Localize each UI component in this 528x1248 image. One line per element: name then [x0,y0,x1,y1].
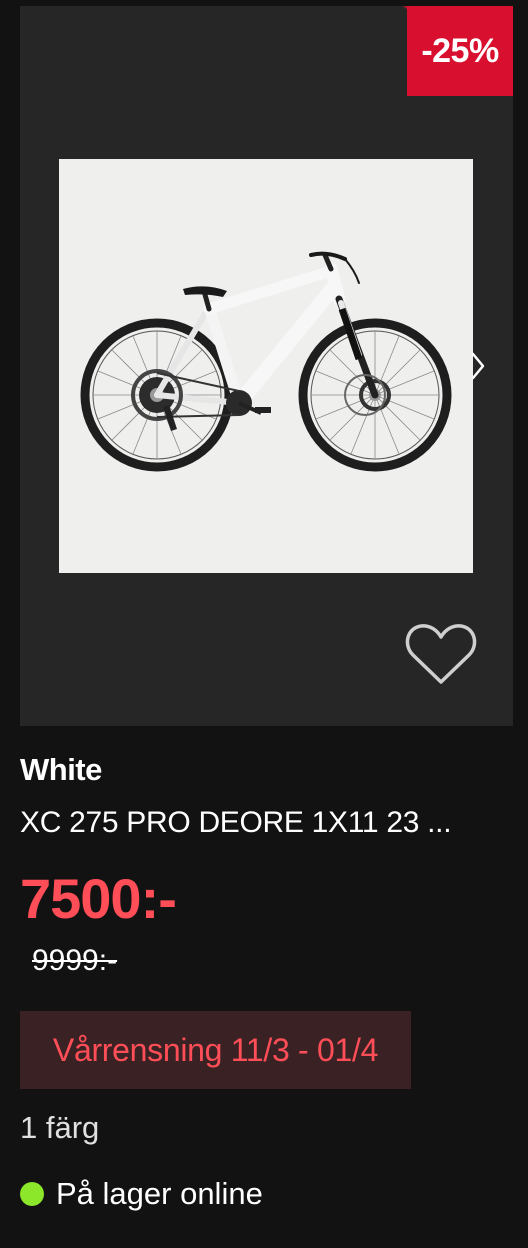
stock-status: På lager online [20,1176,263,1212]
color-count: 1 färg [20,1110,100,1145]
chevron-right-icon [471,352,485,380]
color-name: White [20,752,102,787]
product-image[interactable] [59,159,473,573]
sale-price: 7500:- [20,867,177,930]
product-name-link[interactable]: XC 275 PRO DEORE 1X11 23 ... [20,806,510,840]
bicycle-image [80,251,452,472]
product-card[interactable]: -25% White XC 275 PRO DEORE 1X11 23 ... … [0,0,528,1248]
next-image-button[interactable] [466,344,490,388]
favorite-button[interactable] [404,621,478,687]
campaign-label: Vårrensning 11/3 - 01/4 [20,1011,411,1089]
product-media[interactable]: -25% [20,6,513,726]
heart-outline-icon [405,624,477,684]
discount-badge: -25% [407,6,513,96]
original-price: 9999:- [32,944,118,977]
stock-status-label: På lager online [56,1176,263,1211]
in-stock-dot-icon [20,1182,44,1206]
discount-badge-wrapper: -25% [353,6,513,96]
